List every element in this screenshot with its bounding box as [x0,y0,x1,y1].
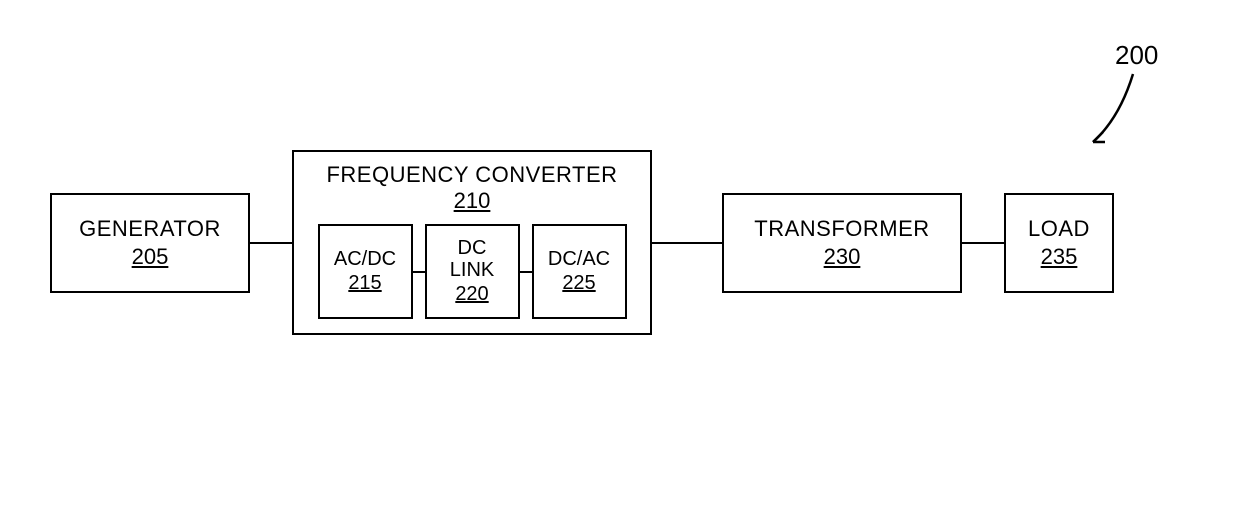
reference-arrow-curve [1085,72,1140,150]
acdc-number: 215 [348,272,381,295]
transformer-block: TRANSFORMER 230 [722,193,962,293]
frequency-converter-inner: AC/DC 215 DC LINK 220 DC/AC 225 [318,224,627,319]
dclink-label-2: LINK [450,259,494,281]
load-number: 235 [1041,244,1078,270]
reference-number: 200 [1115,40,1158,71]
dclink-label-1: DC [458,237,487,259]
connector-line [520,271,532,273]
load-block: LOAD 235 [1004,193,1114,293]
dcac-label: DC/AC [548,248,610,270]
transformer-number: 230 [824,244,861,270]
frequency-converter-block: FREQUENCY CONVERTER 210 AC/DC 215 DC LIN… [292,150,652,335]
block-diagram: GENERATOR 205 FREQUENCY CONVERTER 210 AC… [50,150,1114,335]
connector-line [652,242,722,244]
dcac-block: DC/AC 225 [532,224,627,319]
generator-label: GENERATOR [79,216,221,242]
dclink-number: 220 [455,283,488,306]
frequency-converter-label: FREQUENCY CONVERTER [326,162,617,188]
generator-number: 205 [132,244,169,270]
generator-block: GENERATOR 205 [50,193,250,293]
figure-reference: 200 [1085,40,1165,140]
connector-line [962,242,1004,244]
dclink-block: DC LINK 220 [425,224,520,319]
connector-line [250,242,292,244]
connector-line [413,271,425,273]
dcac-number: 225 [562,272,595,295]
acdc-block: AC/DC 215 [318,224,413,319]
frequency-converter-number: 210 [454,188,491,214]
acdc-label: AC/DC [334,248,396,270]
transformer-label: TRANSFORMER [754,216,929,242]
load-label: LOAD [1028,216,1090,242]
